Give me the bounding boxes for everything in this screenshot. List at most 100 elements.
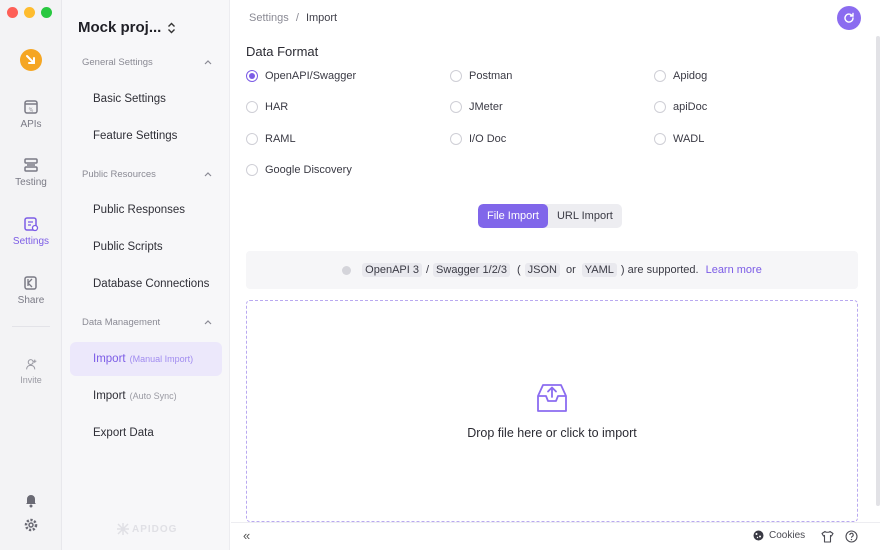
tshirt-icon[interactable]: [821, 530, 834, 543]
group-public-resources[interactable]: Public Resources: [82, 169, 212, 180]
drop-instructions: Drop file here or click to import: [467, 426, 637, 440]
breadcrumb-root[interactable]: Settings: [249, 12, 289, 24]
sidebar-item-public-responses[interactable]: Public Responses: [70, 193, 222, 227]
radio-label: OpenAPI/Swagger: [265, 70, 357, 82]
sidebar-item-export-data[interactable]: Export Data: [70, 416, 222, 450]
tab-file-import[interactable]: File Import: [478, 204, 548, 228]
nav-label: Basic Settings: [93, 93, 166, 105]
rail-item-testing[interactable]: Testing: [0, 157, 62, 188]
rail-item-label: APIs: [20, 119, 42, 130]
invite-label: Invite: [20, 375, 42, 385]
radio-label: Postman: [469, 70, 513, 82]
radio-dot: [246, 101, 258, 113]
radio-label: RAML: [265, 133, 296, 145]
data-format-title: Data Format: [246, 44, 319, 59]
format-apidog-radio[interactable]: Apidog: [654, 70, 707, 82]
radio-dot: [246, 70, 258, 82]
chevron-up-icon: [204, 60, 212, 65]
sidebar-item-feature-settings[interactable]: Feature Settings: [70, 119, 222, 153]
gear-icon[interactable]: [23, 517, 39, 533]
scrollbar[interactable]: [876, 36, 880, 506]
group-general-settings[interactable]: General Settings: [82, 57, 212, 68]
breadcrumb: Settings / Import: [249, 12, 337, 24]
rail-item-share[interactable]: Share: [0, 275, 62, 306]
rail-item-label: Settings: [12, 236, 50, 247]
format-jmeter-radio[interactable]: JMeter: [450, 101, 503, 113]
radio-dot: [654, 133, 666, 145]
sidebar-item-import-auto-sync[interactable]: Import (Auto Sync): [70, 379, 222, 413]
sidebar-item-database-connections[interactable]: Database Connections: [70, 267, 222, 301]
group-title: Public Resources: [82, 169, 156, 180]
rail-item-apis[interactable]: % APIs: [0, 99, 62, 130]
sidebar-item-public-scripts[interactable]: Public Scripts: [70, 230, 222, 264]
format-apidoc-radio[interactable]: apiDoc: [654, 101, 707, 113]
file-drop-zone[interactable]: Drop file here or click to import: [246, 300, 858, 522]
swagger-chip: Swagger 1/2/3: [433, 263, 510, 277]
apidog-logo-icon[interactable]: [20, 49, 42, 71]
apidog-mark-icon: [117, 523, 129, 535]
info-bullet-icon: [342, 265, 352, 275]
rail-item-label: Share: [17, 295, 45, 306]
breadcrumb-separator: /: [295, 12, 299, 24]
settings-sidebar: Mock proj... General Settings Basic Sett…: [62, 0, 230, 550]
format-openapi-radio[interactable]: OpenAPI/Swagger: [246, 70, 356, 82]
format-raml-radio[interactable]: RAML: [246, 133, 296, 145]
format-google-discovery-radio[interactable]: Google Discovery: [246, 164, 352, 176]
radio-label: HAR: [265, 101, 289, 113]
group-title: General Settings: [82, 57, 153, 68]
or-text: or: [566, 264, 576, 276]
collapse-sidebar-button[interactable]: «: [243, 529, 250, 542]
sidebar-item-import-manual[interactable]: Import (Manual Import): [70, 342, 222, 376]
window-controls: [7, 7, 52, 18]
refresh-icon: [844, 12, 854, 23]
upload-tray-icon: [537, 384, 567, 412]
format-wadl-radio[interactable]: WADL: [654, 133, 704, 145]
nav-label: Public Responses: [93, 204, 186, 216]
maximize-window-button[interactable]: [41, 7, 52, 18]
chevron-up-icon: [204, 320, 212, 325]
format-har-radio[interactable]: HAR: [246, 101, 288, 113]
supported-formats-note: OpenAPI 3 / Swagger 1/2/3 ( JSON or YAML…: [246, 251, 858, 289]
radio-dot: [450, 70, 462, 82]
radio-label: Apidog: [673, 70, 708, 82]
help-icon[interactable]: [845, 530, 858, 543]
testing-icon: [24, 158, 38, 172]
radio-label: WADL: [673, 133, 705, 145]
radio-label: I/O Doc: [469, 133, 507, 145]
format-postman-radio[interactable]: Postman: [450, 70, 512, 82]
invite-button[interactable]: Invite: [0, 358, 62, 385]
json-chip: JSON: [524, 263, 560, 277]
sync-button[interactable]: [837, 6, 861, 30]
watermark-text: APIDOG: [132, 523, 178, 535]
bell-icon[interactable]: [23, 492, 39, 508]
nav-sublabel: (Auto Sync): [129, 391, 177, 401]
format-iodoc-radio[interactable]: I/O Doc: [450, 133, 506, 145]
nav-label: Public Scripts: [93, 241, 163, 253]
project-name: Mock proj...: [78, 19, 162, 36]
sidebar-item-basic-settings[interactable]: Basic Settings: [70, 82, 222, 116]
minimize-window-button[interactable]: [24, 7, 35, 18]
learn-more-link[interactable]: Learn more: [706, 264, 762, 276]
project-switcher[interactable]: Mock proj...: [78, 19, 176, 36]
apidog-watermark: APIDOG: [117, 523, 177, 535]
nav-label: Export Data: [93, 427, 154, 439]
close-window-button[interactable]: [7, 7, 18, 18]
add-user-icon: [25, 359, 36, 370]
radio-dot: [654, 101, 666, 113]
rail-divider: [12, 326, 50, 327]
rail-item-settings[interactable]: Settings: [0, 216, 62, 247]
settings-doc-icon: [24, 217, 39, 232]
chevron-up-icon: [204, 172, 212, 177]
cookies-label: Cookies: [769, 530, 806, 541]
chevron-updown-icon: [168, 22, 176, 33]
group-data-management[interactable]: Data Management: [82, 317, 212, 328]
cookies-button[interactable]: Cookies: [753, 530, 805, 541]
paren-open-text: (: [516, 264, 521, 276]
nav-label: Feature Settings: [93, 130, 178, 142]
radio-label: Google Discovery: [265, 164, 352, 176]
radio-dot: [246, 133, 258, 145]
slash-text: /: [425, 264, 430, 276]
openapi-chip: OpenAPI 3: [362, 263, 422, 277]
nav-label: Import: [93, 390, 126, 402]
tab-url-import[interactable]: URL Import: [548, 204, 622, 228]
